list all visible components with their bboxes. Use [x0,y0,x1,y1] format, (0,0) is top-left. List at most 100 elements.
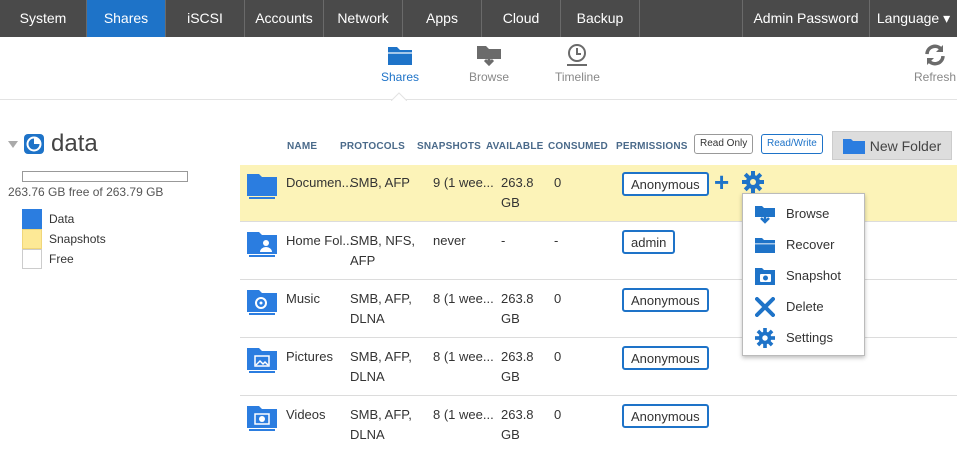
videos-folder-icon [247,406,277,431]
share-consumed: - [554,233,559,248]
permission-badge[interactable]: Anonymous [622,172,709,196]
browse-view-label: Browse [469,70,510,84]
home-folder-icon [247,232,277,257]
top-navigation: System Shares iSCSI Accounts Network App… [0,0,957,37]
active-view-caret [391,92,407,101]
new-folder-button[interactable]: New Folder [832,131,952,160]
share-snapshots: 8 (1 wee... [433,291,494,306]
share-context-menu: Browse Recover Snapshot Delete Settings [742,193,865,356]
tab-shares[interactable]: Shares [87,0,166,37]
legend-item-snapshots: Snapshots [22,229,106,249]
delete-icon [755,296,775,317]
column-header-snapshots[interactable]: SNAPSHOTS [417,141,481,152]
refresh-button[interactable]: Refresh [914,43,956,84]
timeline-view-button[interactable]: Timeline [555,43,600,84]
browse-view-button[interactable]: Browse [469,43,509,84]
legend-swatch-data [22,209,42,229]
column-header-consumed[interactable]: CONSUMED [548,141,608,152]
volume-header[interactable]: data [8,130,98,158]
gear-icon[interactable] [742,171,764,193]
volume-name: data [51,130,98,157]
share-protocols: SMB, AFP, DLNA [350,407,412,442]
shares-folder-icon [388,47,413,65]
share-name[interactable]: Documen... [286,173,352,193]
shares-view-button[interactable]: Shares [381,43,419,84]
legend-label-snapshots: Snapshots [49,232,106,246]
snapshot-icon [755,267,775,285]
tab-network[interactable]: Network [324,0,403,37]
share-available: 263.8 GB [501,291,534,326]
share-protocols: SMB, AFP, DLNA [350,291,412,326]
tab-accounts[interactable]: Accounts [245,0,324,37]
share-consumed: 0 [554,175,562,190]
menu-item-label: Recover [786,237,835,252]
menu-item-snapshot[interactable]: Snapshot [743,260,864,291]
legend-label-data: Data [49,212,75,226]
share-protocols: SMB, NFS, AFP [350,233,416,268]
tab-iscsi[interactable]: iSCSI [166,0,245,37]
column-header-available[interactable]: AVAILABLE [486,141,544,152]
admin-password-button[interactable]: Admin Password [743,0,870,37]
menu-item-label: Delete [786,299,824,314]
column-header-name[interactable]: NAME [287,141,317,152]
legend-item-free: Free [22,249,106,269]
refresh-icon [925,44,945,66]
language-menu[interactable]: Language ▾ [870,0,957,37]
share-name[interactable]: Music [286,289,320,309]
read-write-button[interactable]: Read/Write [761,134,823,154]
share-snapshots: never [433,233,466,248]
share-row-videos[interactable]: Videos SMB, AFP, DLNA 8 (1 wee... 263.8 … [240,397,957,450]
permission-badge[interactable]: Anonymous [622,404,709,428]
column-header-protocols[interactable]: PROTOCOLS [340,141,405,152]
tab-cloud[interactable]: Cloud [482,0,561,37]
volume-pie-icon [24,134,44,154]
share-name[interactable]: Videos [286,405,326,425]
collapse-triangle-icon[interactable] [8,140,18,148]
nav-spacer [640,0,743,37]
menu-item-browse[interactable]: Browse [743,198,864,229]
legend-label-free: Free [49,252,74,266]
permission-badge[interactable]: admin [622,230,676,254]
share-protocols: SMB, AFP [350,175,410,190]
menu-item-label: Snapshot [786,268,841,283]
shares-view-label: Shares [381,70,420,84]
tab-backup[interactable]: Backup [561,0,640,37]
pictures-folder-icon [247,348,277,373]
settings-icon [755,327,775,348]
volume-legend: Data Snapshots Free [22,209,106,269]
share-name[interactable]: Home Fol... [286,231,353,251]
column-header-permissions[interactable]: PERMISSIONS [616,141,688,152]
timeline-view-label: Timeline [555,70,600,84]
share-snapshots: 8 (1 wee... [433,407,494,422]
menu-item-delete[interactable]: Delete [743,291,864,322]
tab-system[interactable]: System [0,0,87,37]
permission-badge[interactable]: Anonymous [622,346,709,370]
share-snapshots: 8 (1 wee... [433,349,494,364]
volume-usage-bar [22,171,188,182]
legend-item-data: Data [22,209,106,229]
share-name[interactable]: Pictures [286,347,333,367]
share-available: - [501,233,506,248]
tab-apps[interactable]: Apps [403,0,482,37]
volume-free-text: 263.76 GB free of 263.79 GB [8,185,164,199]
menu-item-recover[interactable]: Recover [743,229,864,260]
permission-badge[interactable]: Anonymous [622,288,709,312]
browse-icon [755,205,775,224]
folder-icon [842,138,865,154]
recover-icon [755,237,775,253]
add-permission-button[interactable]: + [714,168,729,196]
legend-swatch-free [22,249,42,269]
share-available: 263.8 GB [501,175,534,210]
share-snapshots: 9 (1 wee... [433,175,494,190]
legend-swatch-snapshots [22,229,42,249]
clock-icon [567,44,588,66]
share-protocols: SMB, AFP, DLNA [350,349,412,384]
share-consumed: 0 [554,407,562,422]
browse-icon [477,46,501,67]
menu-item-settings[interactable]: Settings [743,322,864,353]
read-only-button[interactable]: Read Only [694,134,754,154]
share-consumed: 0 [554,291,562,306]
new-folder-label: New Folder [869,137,942,154]
menu-item-label: Settings [786,330,833,345]
sub-toolbar: Shares Browse Timeline Refresh [0,37,957,100]
